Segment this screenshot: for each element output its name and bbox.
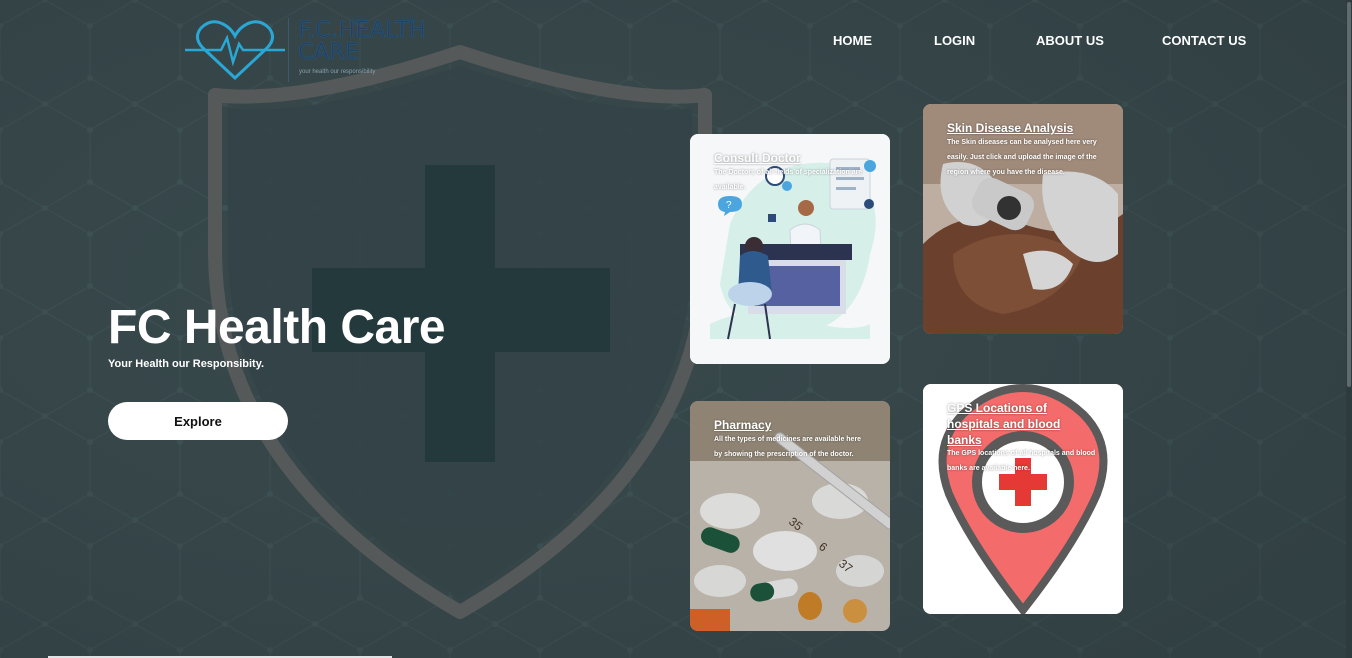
svg-text:?: ?: [726, 200, 732, 211]
gps-locations-description: The GPS locations of all hospitals and b…: [947, 450, 1096, 472]
heart-pulse-icon: [185, 20, 285, 81]
nav-about-us[interactable]: ABOUT US: [1036, 33, 1104, 48]
nav-login[interactable]: LOGIN: [934, 33, 975, 48]
pharmacy-card[interactable]: 35 6 37 Pharmacy All the types of medici…: [690, 401, 890, 631]
skin-disease-analysis-card[interactable]: Skin Disease Analysis The Skin diseases …: [923, 104, 1123, 334]
skin-disease-analysis-description: The Skin diseases can be analysed here v…: [947, 139, 1097, 176]
pharmacy-description: All the types of medicines are available…: [714, 436, 862, 458]
logo-title: F.C.HEALTH CARE: [298, 18, 427, 65]
logo-divider: [288, 18, 289, 82]
skin-disease-analysis-title[interactable]: Skin Disease Analysis: [947, 120, 1073, 136]
consult-doctor-card[interactable]: ? Consult Doctor The Doctors of all fiel…: [690, 134, 890, 364]
scrollbar-thumb[interactable]: [1347, 2, 1351, 387]
nav-contact-us[interactable]: CONTACT US: [1162, 33, 1246, 48]
explore-button[interactable]: Explore: [108, 402, 288, 440]
vertical-scrollbar[interactable]: [1346, 0, 1352, 658]
hero-title: FC Health Care: [108, 301, 446, 354]
site-logo[interactable]: F.C.HEALTH CARE your health our responsi…: [185, 14, 460, 84]
pharmacy-title[interactable]: Pharmacy: [714, 417, 771, 433]
nav-home[interactable]: HOME: [833, 33, 872, 48]
gps-locations-card[interactable]: GPS Locations of hospitals and blood ban…: [923, 384, 1123, 614]
logo-tagline: your health our responsibility: [299, 69, 376, 75]
hero-subtitle: Your Health our Responsibity.: [108, 358, 265, 370]
consult-doctor-description: The Doctors of all fields of specializat…: [714, 169, 863, 191]
consult-doctor-title[interactable]: Consult Doctor: [714, 150, 801, 166]
gps-locations-title[interactable]: GPS Locations of hospitals and blood ban…: [947, 400, 1097, 448]
